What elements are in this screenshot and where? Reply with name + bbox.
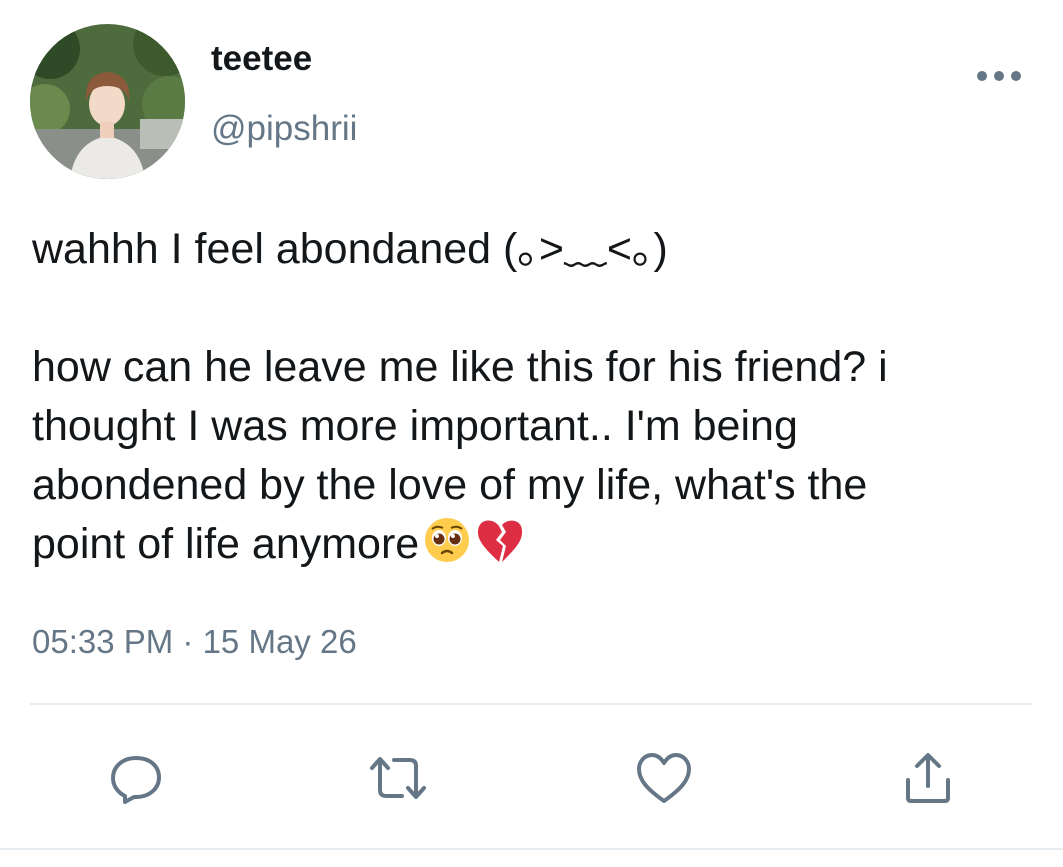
tweet-card: teetee @pipshrii wahhh I feel abondaned … (0, 0, 1063, 867)
broken-heart-emoji (475, 516, 525, 580)
more-dot-icon (1011, 71, 1021, 81)
share-icon (906, 753, 950, 803)
tweet-line-3: abondened by the love of my life, what's… (32, 461, 868, 509)
tweet-line-1: how can he leave me like this for his fr… (32, 343, 888, 391)
like-icon (637, 753, 691, 803)
tweet-timestamp[interactable]: 05:33 PM · 15 May 26 (32, 620, 357, 664)
avatar-image (30, 24, 185, 179)
more-options-button[interactable] (977, 62, 1021, 90)
tweet-paragraph-1: wahhh I feel abondaned (｡>﹏<｡) (32, 225, 668, 273)
more-dot-icon (994, 71, 1004, 81)
reply-icon (111, 756, 161, 804)
pleading-face-emoji (423, 516, 471, 580)
avatar[interactable] (30, 24, 185, 179)
more-dot-icon (977, 71, 987, 81)
tweet-line-4-container: point of life anymore (32, 515, 1042, 580)
display-name[interactable]: teetee (211, 38, 312, 80)
retweet-button[interactable] (366, 746, 430, 810)
divider (30, 703, 1033, 705)
tweet-line-2: thought I was more important.. I'm being (32, 402, 798, 450)
bottom-divider (0, 848, 1063, 850)
tweet-text: wahhh I feel abondaned (｡>﹏<｡) how can h… (32, 220, 1042, 580)
tweet-line-4: point of life anymore (32, 520, 420, 568)
user-handle[interactable]: @pipshrii (211, 108, 357, 150)
reply-button[interactable] (104, 746, 168, 810)
share-button[interactable] (896, 746, 960, 810)
like-button[interactable] (632, 746, 696, 810)
retweet-icon (370, 757, 426, 799)
